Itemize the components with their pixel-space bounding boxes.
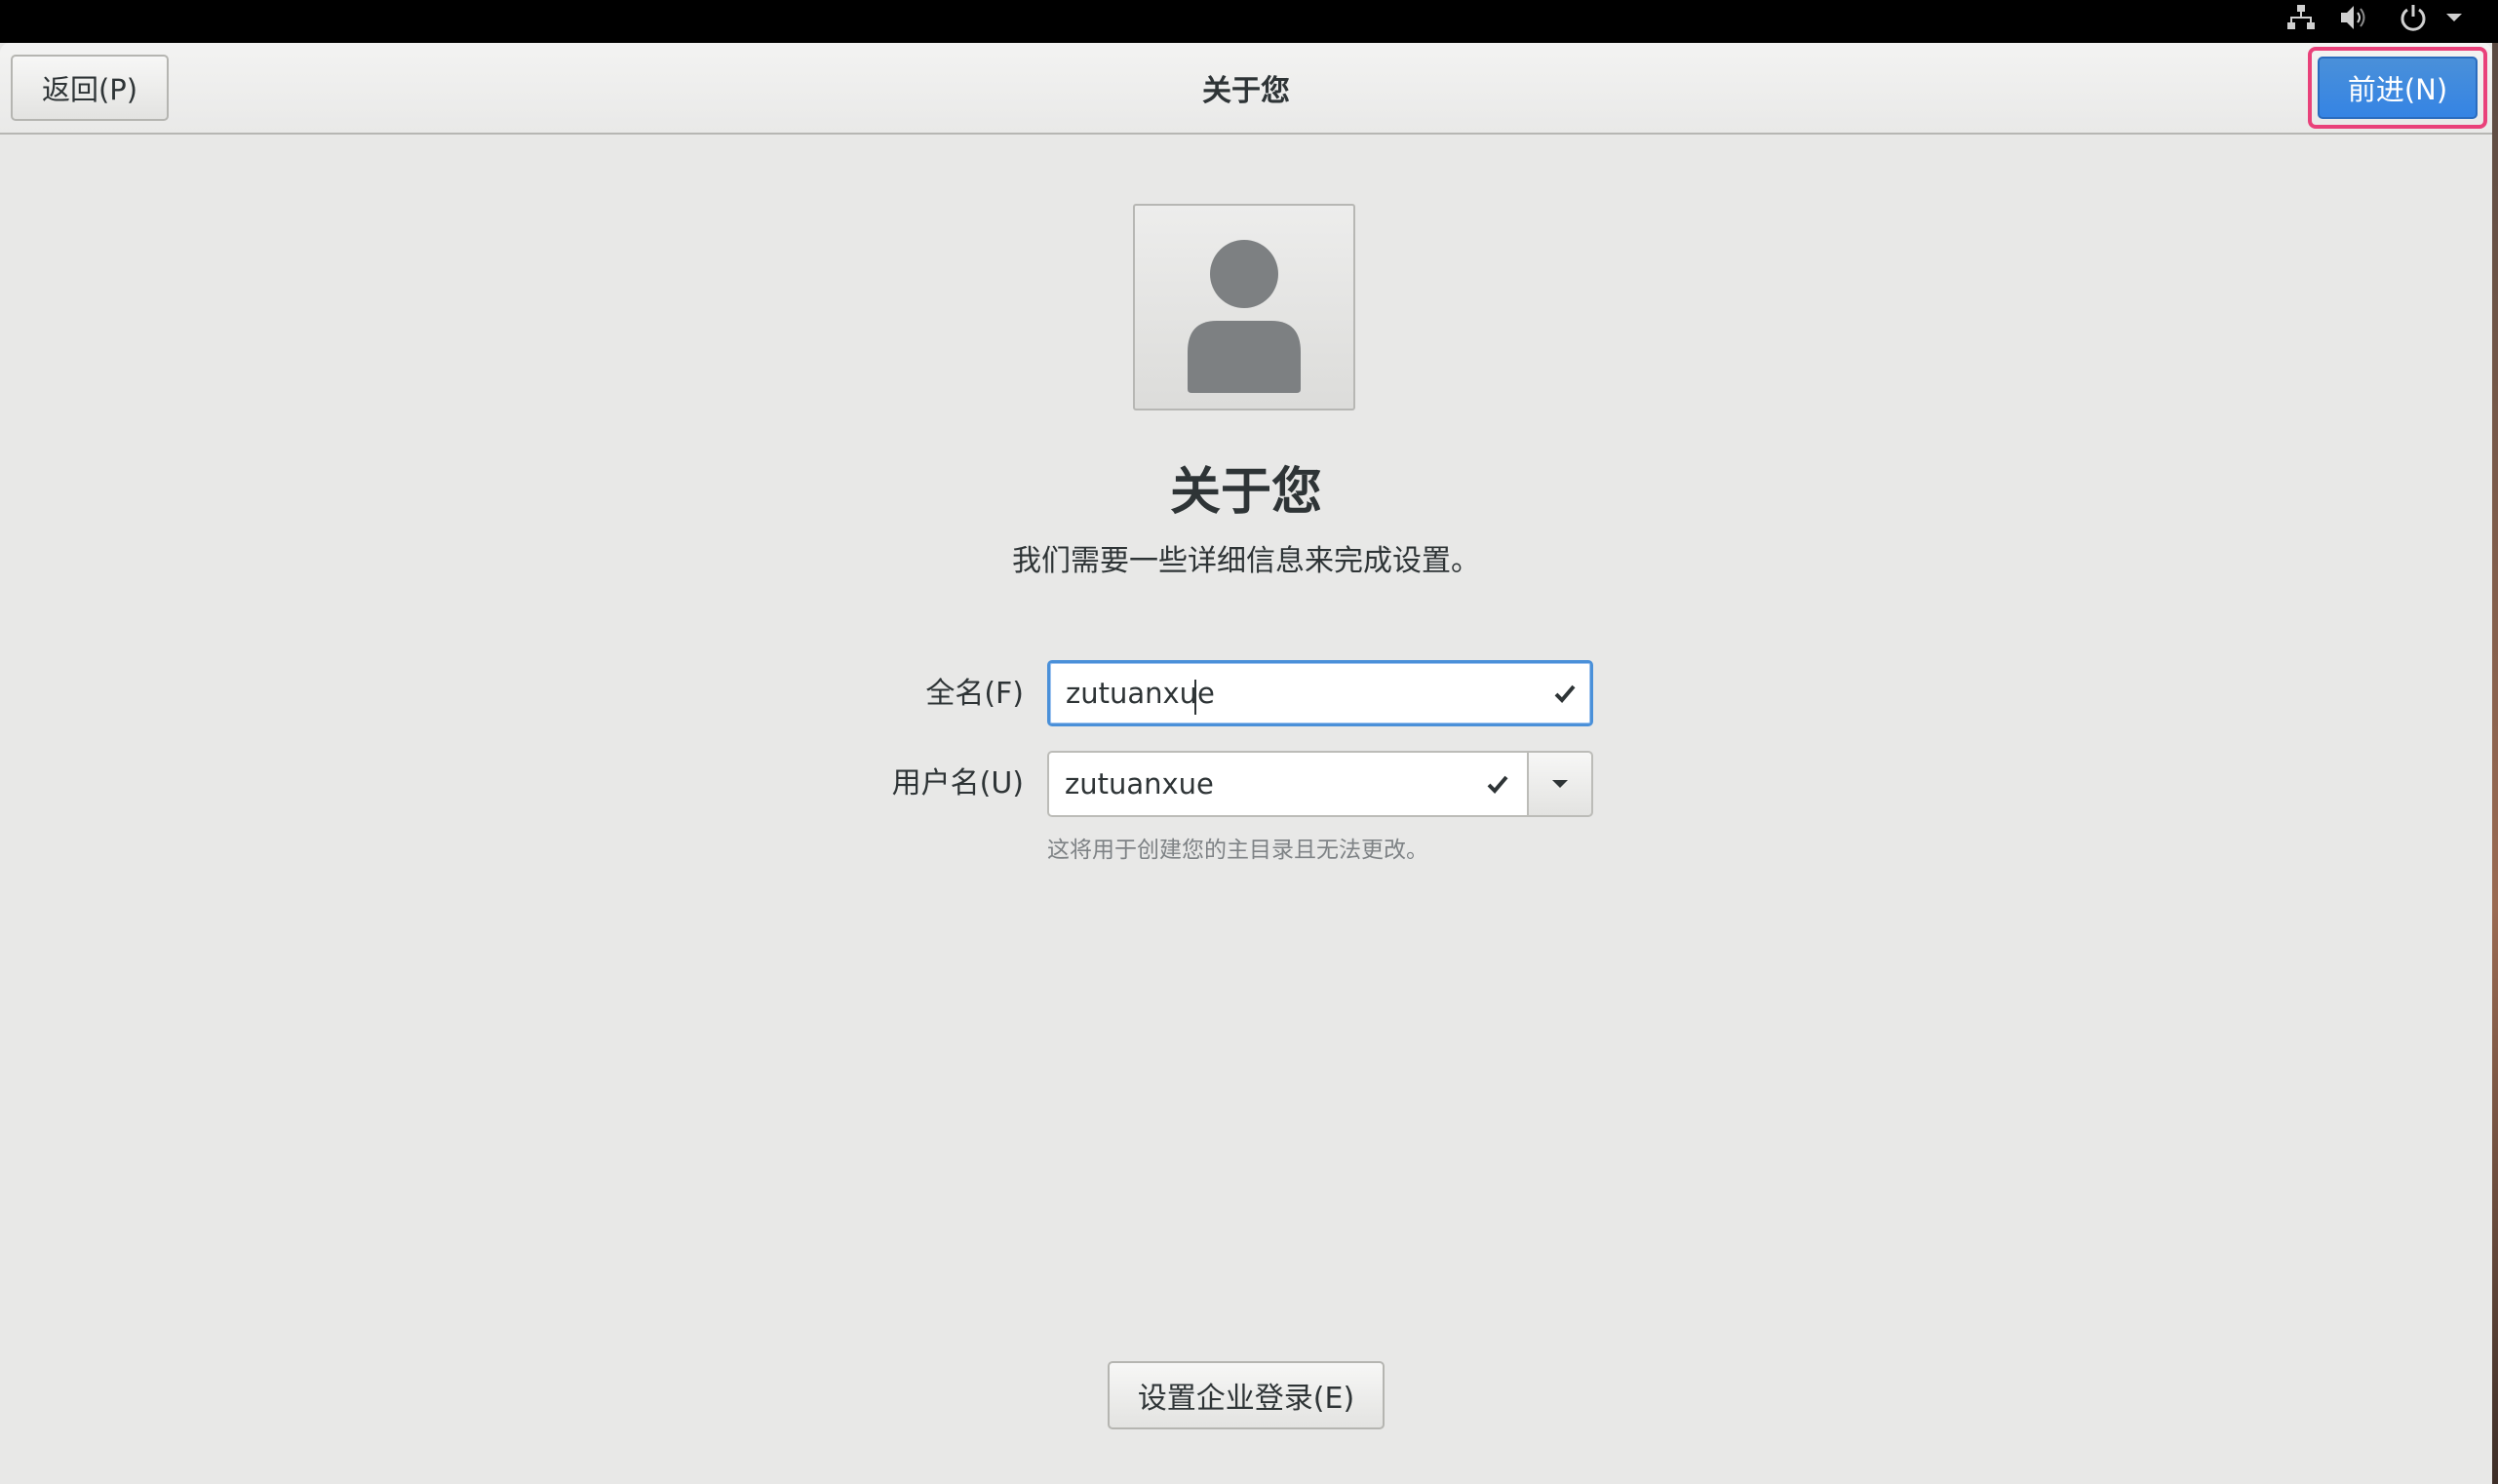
section-heading: 关于您 bbox=[1169, 463, 1322, 522]
full-name-field[interactable]: zutuanxue bbox=[1047, 660, 1593, 726]
enterprise-login-button[interactable]: 设置企业登录(E) bbox=[1108, 1361, 1385, 1429]
checkmark-icon bbox=[1478, 753, 1517, 815]
text-cursor bbox=[1194, 680, 1196, 715]
page-title: 关于您 bbox=[1202, 74, 1290, 108]
power-icon[interactable] bbox=[2394, 0, 2433, 35]
username-hint: 这将用于创建您的主目录且无法更改。 bbox=[1047, 838, 1428, 863]
username-dropdown-button[interactable] bbox=[1527, 751, 1593, 817]
user-avatar-icon bbox=[1188, 240, 1301, 393]
chevron-down-icon[interactable] bbox=[2439, 0, 2469, 35]
dropdown-arrow-icon bbox=[1552, 780, 1568, 788]
top-system-bar bbox=[0, 0, 2498, 43]
section-subheading: 我们需要一些详细信息来完成设置。 bbox=[1012, 544, 1480, 578]
full-name-value: zutuanxue bbox=[1066, 677, 1215, 710]
full-name-label: 全名(F) bbox=[925, 677, 1024, 711]
back-button[interactable]: 返回(P) bbox=[11, 55, 169, 121]
username-label: 用户名(U) bbox=[891, 766, 1024, 801]
username-field[interactable]: zutuanxue bbox=[1047, 751, 1529, 817]
avatar-button[interactable] bbox=[1133, 204, 1355, 410]
username-value: zutuanxue bbox=[1065, 767, 1214, 801]
header-bar: 关于您 返回(P) 前进(N) bbox=[0, 43, 2492, 135]
next-button-highlight: 前进(N) bbox=[2308, 47, 2487, 129]
network-icon[interactable] bbox=[2282, 0, 2321, 35]
next-button[interactable]: 前进(N) bbox=[2318, 57, 2478, 119]
volume-icon[interactable] bbox=[2335, 0, 2374, 35]
desktop-edge bbox=[2492, 43, 2498, 1484]
checkmark-icon bbox=[1545, 663, 1584, 723]
